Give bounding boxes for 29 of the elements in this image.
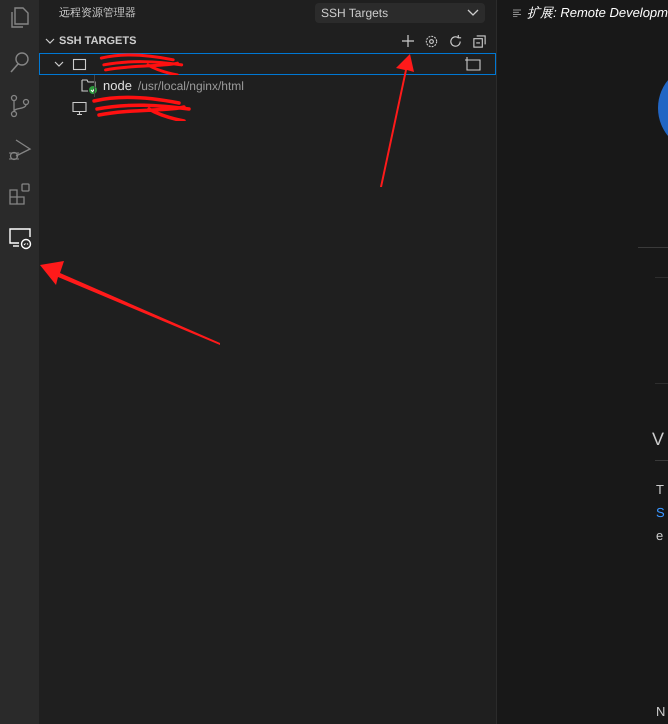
chevron-icon xyxy=(45,36,55,46)
remote-monitor-icon[interactable] xyxy=(8,226,32,250)
editor-title: 扩展: Remote Developm xyxy=(527,4,668,22)
add-icon[interactable] xyxy=(401,34,415,48)
folder-row[interactable]: node /usr/local/nginx/html xyxy=(39,75,496,97)
view-dropdown[interactable]: SSH Targets xyxy=(315,3,485,23)
link[interactable]: S xyxy=(656,506,665,519)
body-text: N xyxy=(656,705,666,718)
section-header[interactable]: SSH TARGETS xyxy=(45,32,136,50)
heading-text: V xyxy=(652,430,664,448)
box-icon xyxy=(72,56,87,72)
run-debug-icon[interactable] xyxy=(8,138,32,162)
body-text: T xyxy=(656,483,664,496)
menu-lines-icon xyxy=(513,8,522,18)
refresh-icon[interactable] xyxy=(448,34,463,48)
collapse-all-icon[interactable] xyxy=(472,34,487,48)
folder-name: node xyxy=(103,77,132,96)
chevron-icon[interactable] xyxy=(54,59,64,69)
folder-path: /usr/local/nginx/html xyxy=(138,78,244,95)
extensions-icon[interactable] xyxy=(8,182,32,206)
new-window-icon[interactable] xyxy=(465,56,481,72)
search-icon[interactable] xyxy=(8,50,32,74)
host-row[interactable] xyxy=(39,53,496,75)
sidebar-title: 远程资源管理器 xyxy=(59,6,136,21)
section-title: SSH TARGETS xyxy=(59,34,136,49)
settings-icon[interactable] xyxy=(424,34,439,48)
monitor-icon xyxy=(72,100,87,116)
chevron-down-icon xyxy=(467,9,479,17)
body-text: e xyxy=(656,529,664,542)
